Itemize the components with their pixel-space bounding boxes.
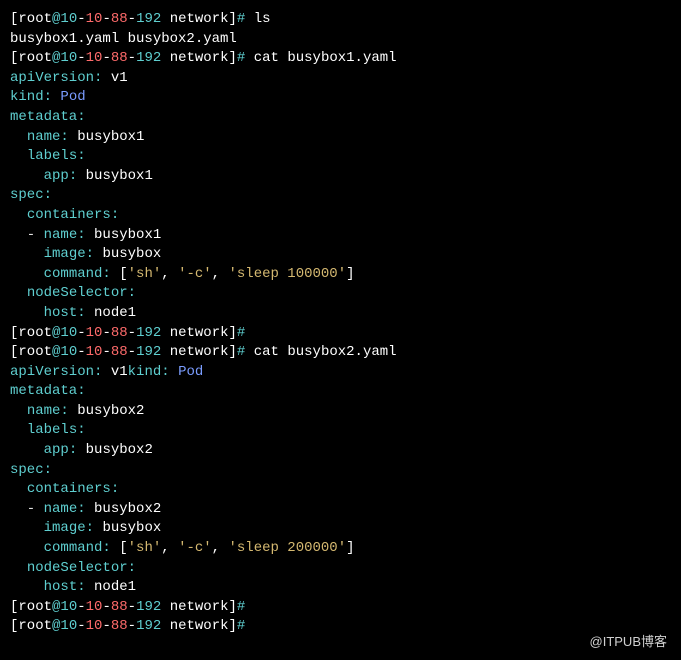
yaml-line: apiVersion: v1 <box>10 69 671 89</box>
terminal[interactable]: [root@10-10-88-192 network]# ls busybox1… <box>0 0 681 647</box>
yaml-line: host: node1 <box>10 304 671 324</box>
yaml-line: name: busybox1 <box>10 128 671 148</box>
yaml-line: nodeSelector: <box>10 559 671 579</box>
yaml-line: metadata: <box>10 108 671 128</box>
prompt-line-1: [root@10-10-88-192 network]# ls <box>10 10 671 30</box>
yaml-line: host: node1 <box>10 578 671 598</box>
yaml-line: command: ['sh', '-c', 'sleep 100000'] <box>10 265 671 285</box>
yaml-line: spec: <box>10 186 671 206</box>
yaml-line: image: busybox <box>10 519 671 539</box>
yaml-line: labels: <box>10 147 671 167</box>
yaml-line: command: ['sh', '-c', 'sleep 200000'] <box>10 539 671 559</box>
watermark: @ITPUB博客 <box>590 631 667 650</box>
prompt-line-6: [root@10-10-88-192 network]# <box>10 617 671 637</box>
prompt-line-2: [root@10-10-88-192 network]# cat busybox… <box>10 49 671 69</box>
yaml-line: spec: <box>10 461 671 481</box>
yaml-line: app: busybox1 <box>10 167 671 187</box>
yaml-line: apiVersion: v1kind: Pod <box>10 363 671 383</box>
yaml-line: - name: busybox2 <box>10 500 671 520</box>
yaml-line: kind: Pod <box>10 88 671 108</box>
yaml-line: containers: <box>10 206 671 226</box>
prompt-line-4: [root@10-10-88-192 network]# cat busybox… <box>10 343 671 363</box>
yaml-line: labels: <box>10 421 671 441</box>
ls-output: busybox1.yaml busybox2.yaml <box>10 30 671 50</box>
yaml-line: - name: busybox1 <box>10 226 671 246</box>
yaml-line: image: busybox <box>10 245 671 265</box>
yaml-line: containers: <box>10 480 671 500</box>
prompt-line-3: [root@10-10-88-192 network]# <box>10 324 671 344</box>
prompt-line-5: [root@10-10-88-192 network]# <box>10 598 671 618</box>
yaml-line: metadata: <box>10 382 671 402</box>
yaml-line: nodeSelector: <box>10 284 671 304</box>
yaml-line: name: busybox2 <box>10 402 671 422</box>
yaml-line: app: busybox2 <box>10 441 671 461</box>
